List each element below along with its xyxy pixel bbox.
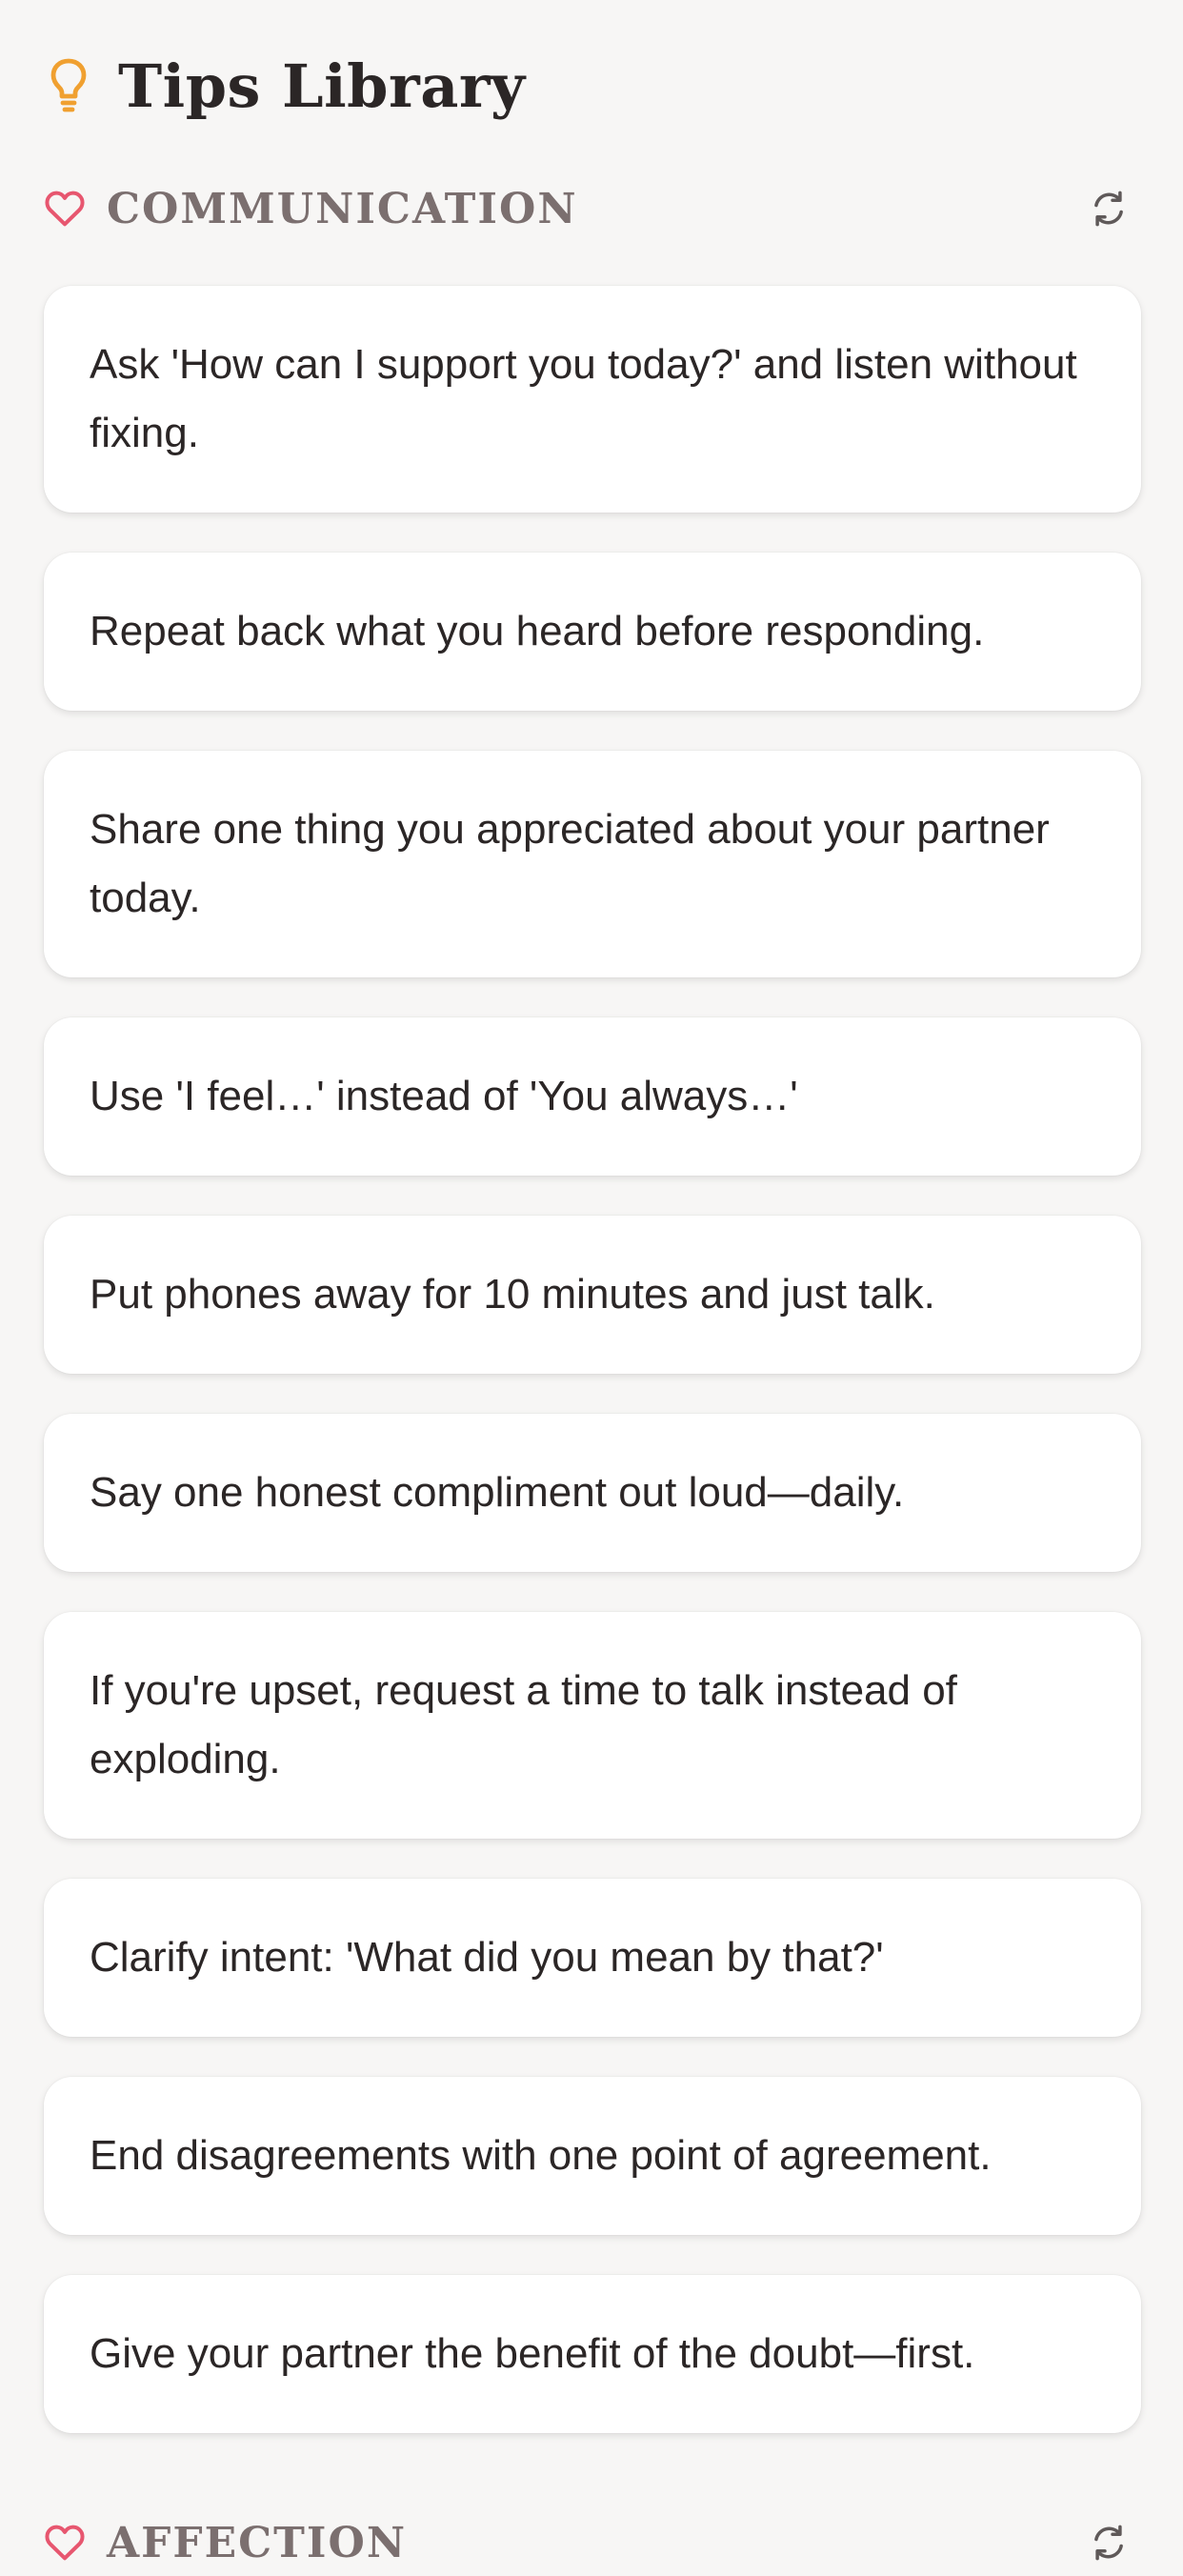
tip-card[interactable]: Use 'I feel…' instead of 'You always…' bbox=[44, 1017, 1141, 1176]
section-title: AFFECTION bbox=[107, 2518, 408, 2567]
refresh-button[interactable] bbox=[1088, 2522, 1130, 2564]
heart-icon bbox=[45, 2525, 85, 2561]
section-header-communication: COMMUNICATION bbox=[44, 175, 1139, 242]
tip-card[interactable]: End disagreements with one point of agre… bbox=[44, 2077, 1141, 2235]
page-header: Tips Library bbox=[46, 38, 526, 133]
tip-text: Clarify intent: 'What did you mean by th… bbox=[90, 1934, 884, 1981]
tip-text: End disagreements with one point of agre… bbox=[90, 2132, 992, 2179]
section-header-affection: AFFECTION bbox=[44, 2509, 1139, 2576]
tip-text: Put phones away for 10 minutes and just … bbox=[90, 1271, 935, 1318]
refresh-button[interactable] bbox=[1088, 188, 1130, 230]
tip-text: Share one thing you appreciated about yo… bbox=[90, 806, 1050, 921]
lightbulb-icon bbox=[50, 58, 87, 112]
tip-card[interactable]: Clarify intent: 'What did you mean by th… bbox=[44, 1879, 1141, 2037]
section-title: COMMUNICATION bbox=[107, 184, 578, 233]
tip-card[interactable]: If you're upset, request a time to talk … bbox=[44, 1612, 1141, 1839]
tip-card[interactable]: Ask 'How can I support you today?' and l… bbox=[44, 286, 1141, 513]
tip-text: Give your partner the benefit of the dou… bbox=[90, 2330, 975, 2377]
tip-text: If you're upset, request a time to talk … bbox=[90, 1667, 957, 1782]
heart-icon bbox=[45, 191, 85, 227]
tip-card[interactable]: Put phones away for 10 minutes and just … bbox=[44, 1216, 1141, 1374]
tip-text: Ask 'How can I support you today?' and l… bbox=[90, 341, 1077, 456]
refresh-icon bbox=[1094, 2525, 1123, 2561]
tip-card[interactable]: Give your partner the benefit of the dou… bbox=[44, 2275, 1141, 2433]
refresh-icon bbox=[1094, 191, 1123, 227]
tip-card[interactable]: Share one thing you appreciated about yo… bbox=[44, 751, 1141, 977]
tip-text: Repeat back what you heard before respon… bbox=[90, 608, 985, 654]
page-title: Tips Library bbox=[118, 50, 526, 121]
tip-card[interactable]: Repeat back what you heard before respon… bbox=[44, 553, 1141, 711]
tip-text: Use 'I feel…' instead of 'You always…' bbox=[90, 1073, 798, 1119]
tip-card[interactable]: Say one honest compliment out loud—daily… bbox=[44, 1414, 1141, 1572]
tip-text: Say one honest compliment out loud—daily… bbox=[90, 1469, 905, 1516]
